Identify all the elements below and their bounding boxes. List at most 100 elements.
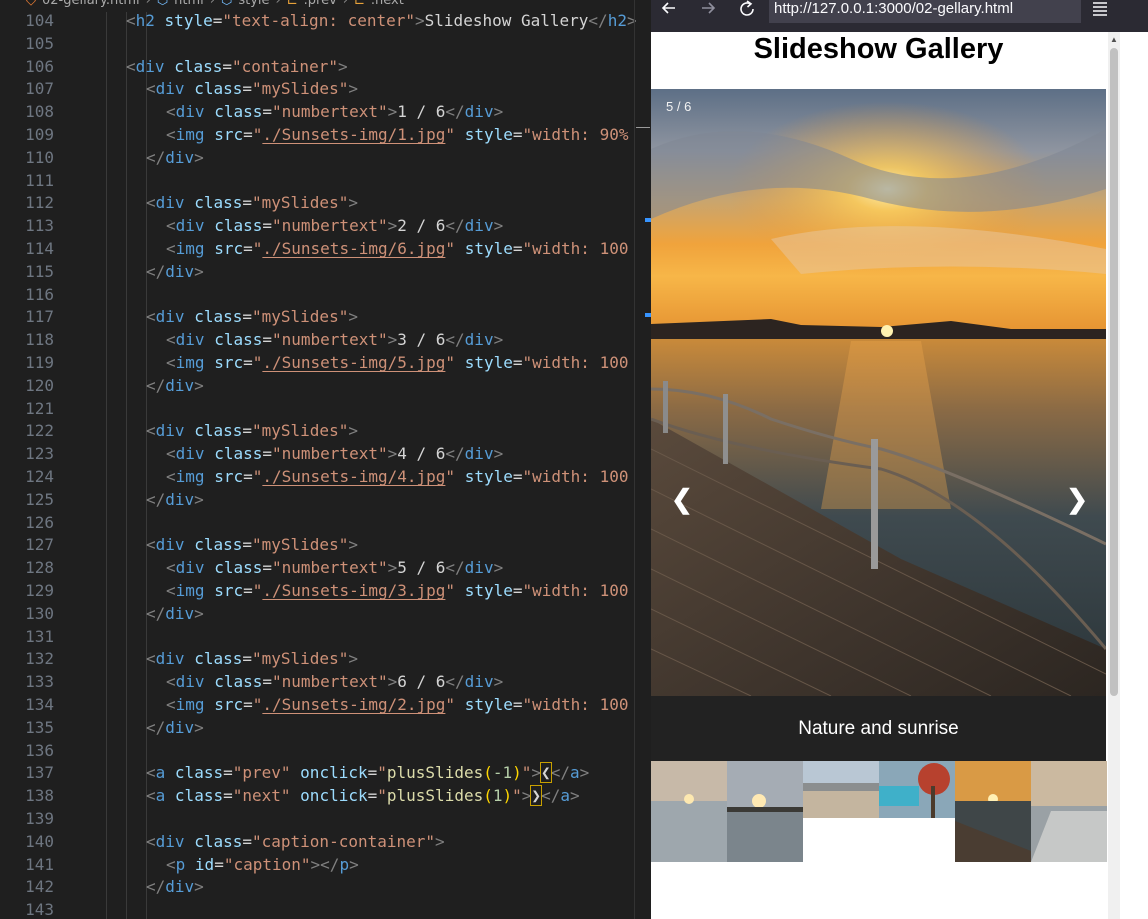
reload-button[interactable] <box>733 0 763 24</box>
code-token: > <box>569 786 580 806</box>
code-token: </ <box>146 261 166 281</box>
code-token: div <box>165 603 195 623</box>
thumbnail-2[interactable] <box>727 761 803 862</box>
scrollbar-thumb[interactable] <box>1110 48 1118 696</box>
code-editor[interactable]: 103104<h2 style="text-align: center">Sli… <box>0 0 651 919</box>
code-token: > <box>194 375 204 395</box>
breadcrumb[interactable]: ◇ 02-gellary.html › ⬡ html › ⬡ style › ⊏… <box>0 0 651 12</box>
code-text: <div class="mySlides"> <box>146 191 358 214</box>
breadcrumb-prev[interactable]: .prev <box>304 0 337 8</box>
menu-button[interactable] <box>1087 0 1113 24</box>
slide: 5 / 6 ❮ ❯ <box>651 89 1106 696</box>
code-token: " <box>252 239 263 258</box>
code-token: class <box>174 786 224 806</box>
indent-guide <box>126 0 127 919</box>
code-token: > <box>626 11 637 30</box>
scroll-up-arrow-icon[interactable]: ▲ <box>1108 35 1120 47</box>
code-token: "mySlides" <box>252 307 349 327</box>
code-token: ) <box>512 763 522 783</box>
code-token: > <box>349 854 359 874</box>
thumbnail-3[interactable] <box>803 761 879 818</box>
code-token: < <box>166 695 176 714</box>
code-token: = <box>242 421 252 441</box>
code-token: div <box>165 375 195 395</box>
arrow-left-icon <box>661 2 675 14</box>
url-bar[interactable]: http://127.0.0.1:3000/02-gellary.html <box>769 0 1081 23</box>
code-token: "numbertext" <box>272 216 388 236</box>
breadcrumb-html[interactable]: html <box>174 0 204 8</box>
code-token: > <box>194 717 204 737</box>
code-token: > <box>493 102 504 122</box>
next-slide-button[interactable]: ❯ <box>1066 484 1088 514</box>
line-number: 117 <box>25 307 54 327</box>
code-token: -1 <box>492 763 513 783</box>
code-token: = <box>242 535 252 555</box>
thumbnail-1[interactable] <box>651 761 727 862</box>
back-button[interactable] <box>655 0 685 24</box>
code-token: "width: 100 <box>522 239 629 258</box>
code-token: </ <box>541 786 561 806</box>
code-token: = <box>262 672 272 692</box>
code-token: "width: 100 <box>522 353 629 372</box>
prev-slide-button[interactable]: ❮ <box>671 484 693 514</box>
code-token: </ <box>146 147 166 167</box>
element-icon: ⬡ <box>221 0 233 8</box>
code-token: src <box>214 581 244 600</box>
vertical-scrollbar[interactable]: ▲ <box>1108 32 1120 919</box>
code-token: = <box>222 56 232 76</box>
code-token: = <box>512 239 523 258</box>
code-text: <div class="numbertext">2 / 6</div> <box>166 214 503 237</box>
code-token: class <box>194 79 243 99</box>
thumbnail-4[interactable] <box>879 761 955 818</box>
code-text: <div class="mySlides"> <box>146 419 358 442</box>
thumbnail-6[interactable] <box>1031 761 1107 862</box>
code-token: div <box>175 102 205 122</box>
code-text: <div class="mySlides"> <box>146 533 358 556</box>
caption-text: Nature and sunrise <box>798 718 959 739</box>
code-token: > <box>348 193 358 213</box>
code-token: > <box>493 672 504 692</box>
line-number: 134 <box>25 695 54 714</box>
breadcrumb-next[interactable]: .next <box>371 0 404 8</box>
thumbnail-5-active[interactable] <box>955 761 1031 862</box>
code-text: <div class="numbertext">4 / 6</div> <box>166 442 503 465</box>
page-viewport[interactable]: Slideshow Gallery 5 / 6 ❮ ❯ Nature and s… <box>651 32 1108 919</box>
code-token: </ <box>146 877 166 897</box>
code-text: <div class="container"> <box>126 55 348 78</box>
code-token: < <box>166 239 176 258</box>
line-number: 141 <box>25 854 54 874</box>
code-token: " <box>445 125 456 144</box>
selector-icon: ⊏ <box>286 0 298 8</box>
code-token: = <box>243 695 253 714</box>
code-token: src <box>214 467 244 486</box>
breadcrumb-style[interactable]: style <box>238 0 269 8</box>
code-token: < <box>166 581 176 600</box>
code-token: = <box>512 125 523 144</box>
code-token: ( <box>483 786 493 806</box>
breadcrumb-file[interactable]: 02-gellary.html <box>42 0 140 8</box>
code-token: class <box>194 649 243 669</box>
code-text: <div class="numbertext">3 / 6</div> <box>166 328 503 351</box>
code-token: div <box>155 421 185 441</box>
forward-button[interactable] <box>694 0 724 24</box>
code-token: " <box>377 763 387 783</box>
code-text: </div> <box>146 488 204 511</box>
code-token: onclick <box>300 763 368 783</box>
code-token: "numbertext" <box>272 330 388 350</box>
code-token: < <box>166 330 176 350</box>
code-token: < <box>146 786 156 806</box>
code-token: > <box>493 330 504 350</box>
code-token: " <box>445 239 456 258</box>
html-file-icon: ◇ <box>26 0 36 8</box>
line-number: 133 <box>25 672 54 692</box>
code-token: ./Sunsets-img/2.jpg <box>262 695 446 714</box>
code-token: = <box>223 763 233 783</box>
code-token: = <box>243 125 253 144</box>
code-token: class <box>214 102 263 122</box>
